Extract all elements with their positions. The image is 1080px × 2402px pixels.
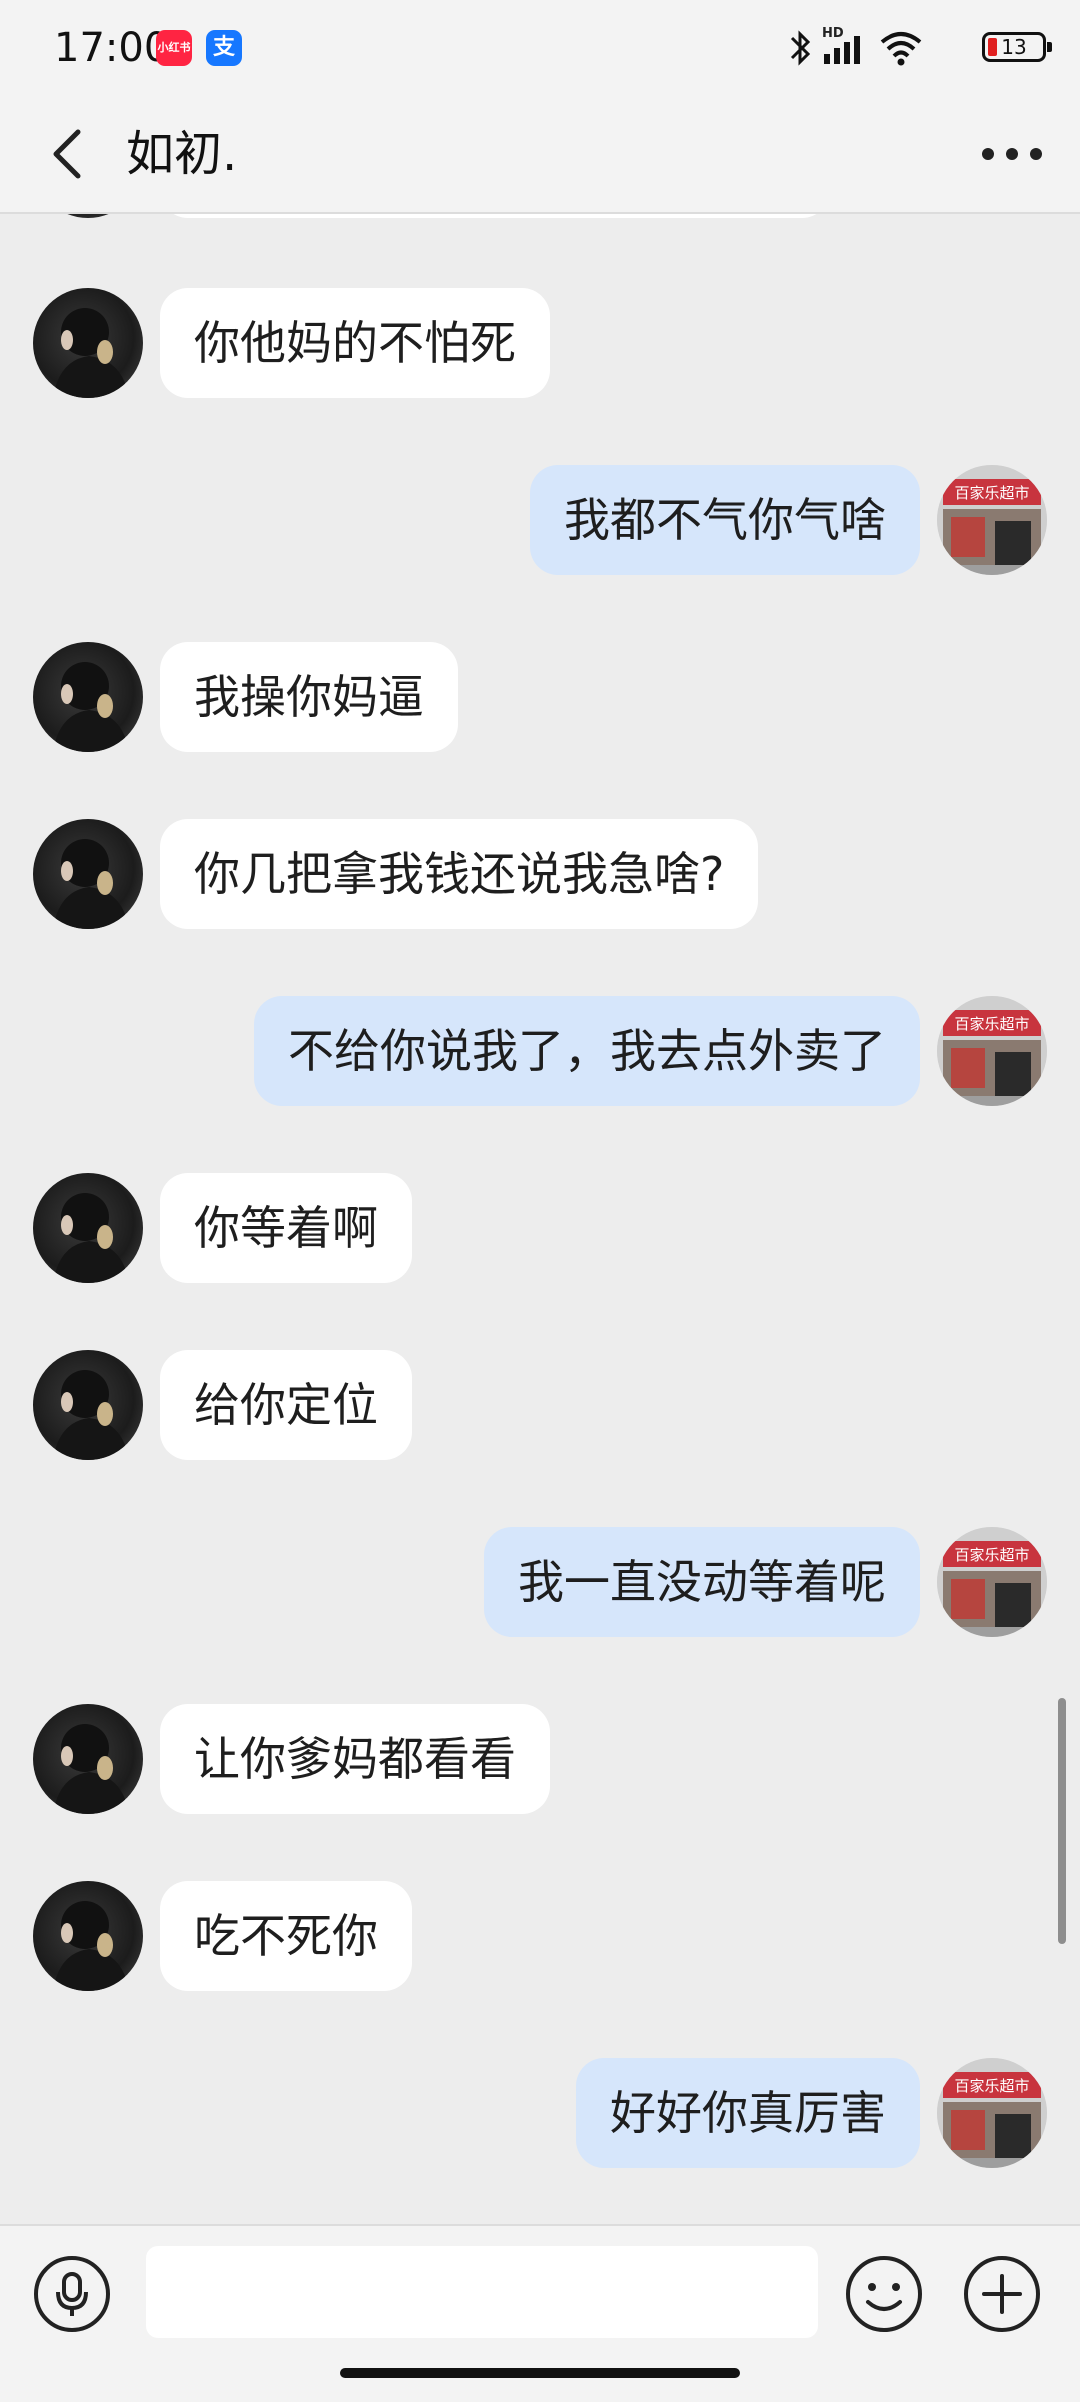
- message-row: 百家乐超市 不给你说我了，我去点外卖了: [0, 996, 1080, 1108]
- voice-button[interactable]: [32, 2254, 112, 2334]
- my-avatar[interactable]: 百家乐超市: [937, 465, 1047, 575]
- incoming-message-bubble[interactable]: 你他妈的不怕死: [160, 288, 550, 398]
- message-row: 百家乐超市 我都不气你气啥: [0, 465, 1080, 577]
- more-dots-icon: [982, 148, 1042, 160]
- contact-avatar[interactable]: [33, 214, 143, 218]
- avatar-portrait-icon: [53, 839, 129, 929]
- incoming-message-bubble[interactable]: 你几把拿我钱还说我急啥?: [160, 819, 759, 929]
- wifi-icon: [880, 32, 922, 66]
- incoming-message-bubble[interactable]: 让你爹妈都看看: [160, 1704, 550, 1814]
- back-button[interactable]: [38, 118, 98, 190]
- bluetooth-icon: [790, 30, 811, 66]
- contact-avatar[interactable]: [33, 1704, 143, 1814]
- outgoing-message-bubble[interactable]: 好好你真厉害: [576, 2058, 920, 2168]
- storefront-icon: 百家乐超市: [937, 1527, 1047, 1637]
- message-row: 我操你妈逼: [0, 642, 1080, 754]
- status-time: 17:00: [54, 25, 170, 71]
- message-row-partial: [0, 214, 1080, 220]
- storefront-sign: 百家乐超市: [954, 2077, 1029, 2095]
- my-avatar[interactable]: 百家乐超市: [937, 1527, 1047, 1637]
- alipay-icon: 支: [206, 30, 242, 66]
- contact-avatar[interactable]: [33, 288, 143, 398]
- signal-icon: [824, 36, 860, 64]
- incoming-message-bubble[interactable]: 给你定位: [160, 1350, 412, 1460]
- incoming-message-bubble[interactable]: 我操你妈逼: [160, 642, 458, 752]
- avatar-portrait-icon: [53, 1901, 129, 1991]
- emoji-button[interactable]: [844, 2254, 924, 2334]
- contact-avatar[interactable]: [33, 642, 143, 752]
- outgoing-message-bubble[interactable]: 不给你说我了，我去点外卖了: [254, 996, 920, 1106]
- chat-title: 如初.: [126, 126, 238, 182]
- avatar-portrait-icon: [53, 1193, 129, 1283]
- contact-avatar[interactable]: [33, 1173, 143, 1283]
- microphone-icon: [34, 2256, 110, 2332]
- contact-avatar[interactable]: [33, 819, 143, 929]
- message-bubble-partial[interactable]: [160, 214, 830, 218]
- avatar-portrait-icon: [53, 308, 129, 398]
- more-functions-button[interactable]: [962, 2254, 1042, 2334]
- outgoing-message-bubble[interactable]: 我都不气你气啥: [530, 465, 920, 575]
- status-bar: 17:00 小红书 支 HD 13: [0, 0, 1080, 96]
- storefront-icon: 百家乐超市: [937, 996, 1047, 1106]
- message-list[interactable]: 你他妈的不怕死百家乐超市 我都不气你气啥 我操你妈逼你几把拿我钱还说我急啥? 百家乐超…: [0, 214, 1080, 2224]
- message-input[interactable]: [146, 2246, 818, 2338]
- storefront-icon: 百家乐超市: [937, 2058, 1047, 2168]
- more-options-button[interactable]: [974, 122, 1050, 186]
- battery-percent: 13: [1001, 35, 1027, 59]
- message-row: 百家乐超市 好好你真厉害: [0, 2058, 1080, 2170]
- chevron-left-icon: [53, 129, 81, 179]
- message-row: 让你爹妈都看看: [0, 1704, 1080, 1816]
- storefront-icon: 百家乐超市: [937, 465, 1047, 575]
- chat-header: 如初.: [0, 96, 1080, 214]
- message-row: 给你定位: [0, 1350, 1080, 1462]
- emoji-icon: [846, 2256, 922, 2332]
- message-row: 你等着啊: [0, 1173, 1080, 1285]
- my-avatar[interactable]: 百家乐超市: [937, 2058, 1047, 2168]
- storefront-sign: 百家乐超市: [954, 1546, 1029, 1564]
- avatar-portrait-icon: [53, 1724, 129, 1814]
- outgoing-message-bubble[interactable]: 我一直没动等着呢: [484, 1527, 920, 1637]
- my-avatar[interactable]: 百家乐超市: [937, 996, 1047, 1106]
- home-indicator[interactable]: [340, 2368, 740, 2378]
- storefront-sign: 百家乐超市: [954, 1015, 1029, 1033]
- plus-icon: [964, 2256, 1040, 2332]
- incoming-message-bubble[interactable]: 吃不死你: [160, 1881, 412, 1991]
- battery-level: [988, 38, 997, 56]
- xiaohongshu-icon: 小红书: [156, 30, 192, 66]
- battery-icon: 13: [982, 32, 1052, 62]
- contact-avatar[interactable]: [33, 1350, 143, 1460]
- avatar-portrait-icon: [53, 662, 129, 752]
- message-row: 你他妈的不怕死: [0, 288, 1080, 400]
- scrollbar[interactable]: [1058, 1698, 1066, 1944]
- status-icons: HD 13: [786, 24, 1052, 72]
- message-row: 吃不死你: [0, 1881, 1080, 1993]
- message-row: 百家乐超市 我一直没动等着呢: [0, 1527, 1080, 1639]
- incoming-message-bubble[interactable]: 你等着啊: [160, 1173, 412, 1283]
- avatar-portrait-icon: [53, 1370, 129, 1460]
- storefront-sign: 百家乐超市: [954, 484, 1029, 502]
- contact-avatar[interactable]: [33, 1881, 143, 1991]
- input-bar: [0, 2224, 1080, 2402]
- message-row: 你几把拿我钱还说我急啥?: [0, 819, 1080, 931]
